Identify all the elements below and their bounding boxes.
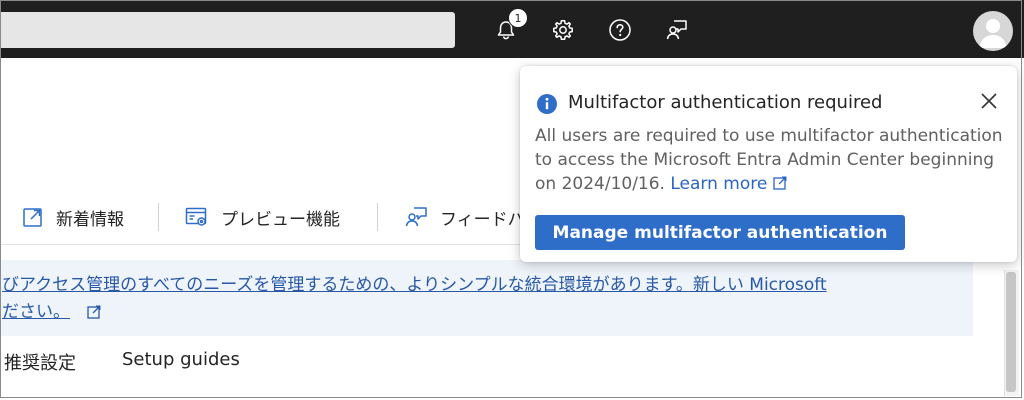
popup-message: All users are required to use multifacto… [535,124,1005,196]
feedback-button[interactable] [661,14,693,46]
help-button[interactable] [604,14,636,46]
settings-button[interactable] [547,14,579,46]
tab-setup-guides[interactable]: Setup guides [122,349,240,370]
scrollbar-thumb[interactable] [1006,272,1016,392]
info-banner [0,260,973,336]
popup-title: Multifactor authentication required [568,92,883,113]
feedback-icon [405,207,427,227]
toolbar-divider [158,203,159,231]
external-link-icon [87,305,101,319]
whats-new-label: 新着情報 [56,209,124,230]
search-input[interactable] [0,12,455,48]
gear-icon [553,20,573,40]
feedback-person-icon [666,20,687,40]
preview-settings-icon [185,207,207,226]
user-avatar[interactable] [973,11,1013,51]
external-window-icon [23,208,42,227]
manage-mfa-button[interactable]: Manage multifactor authentication [535,215,905,250]
banner-link-line1[interactable]: びアクセス管理のすべてのニーズを管理するための、よりシンプルな統合環境があります… [2,273,827,297]
notification-count-badge: 1 [508,8,528,28]
feedback-toolbar-button[interactable]: フィードバ [404,190,525,244]
question-icon [609,19,631,41]
tab-recommended-settings[interactable]: 推奨設定 [4,349,76,375]
top-bar: 1 [0,0,1024,58]
banner-external-link[interactable] [87,304,101,323]
preview-features-label: プレビュー機能 [221,209,340,230]
toolbar-divider [377,203,378,231]
feedback-label: フィードバ [440,209,525,230]
learn-more-link[interactable]: Learn more [670,174,787,194]
external-link-icon [773,176,787,190]
mfa-notification-popup: Multifactor authentication required All … [520,66,1017,262]
close-icon[interactable] [979,91,999,111]
user-avatar-icon [979,19,1007,48]
info-icon [537,94,557,114]
whats-new-button[interactable]: 新着情報 [22,190,124,244]
learn-more-label: Learn more [670,174,768,194]
preview-features-button[interactable]: プレビュー機能 [185,190,340,244]
banner-link-line2[interactable]: ださい。 [2,300,70,324]
